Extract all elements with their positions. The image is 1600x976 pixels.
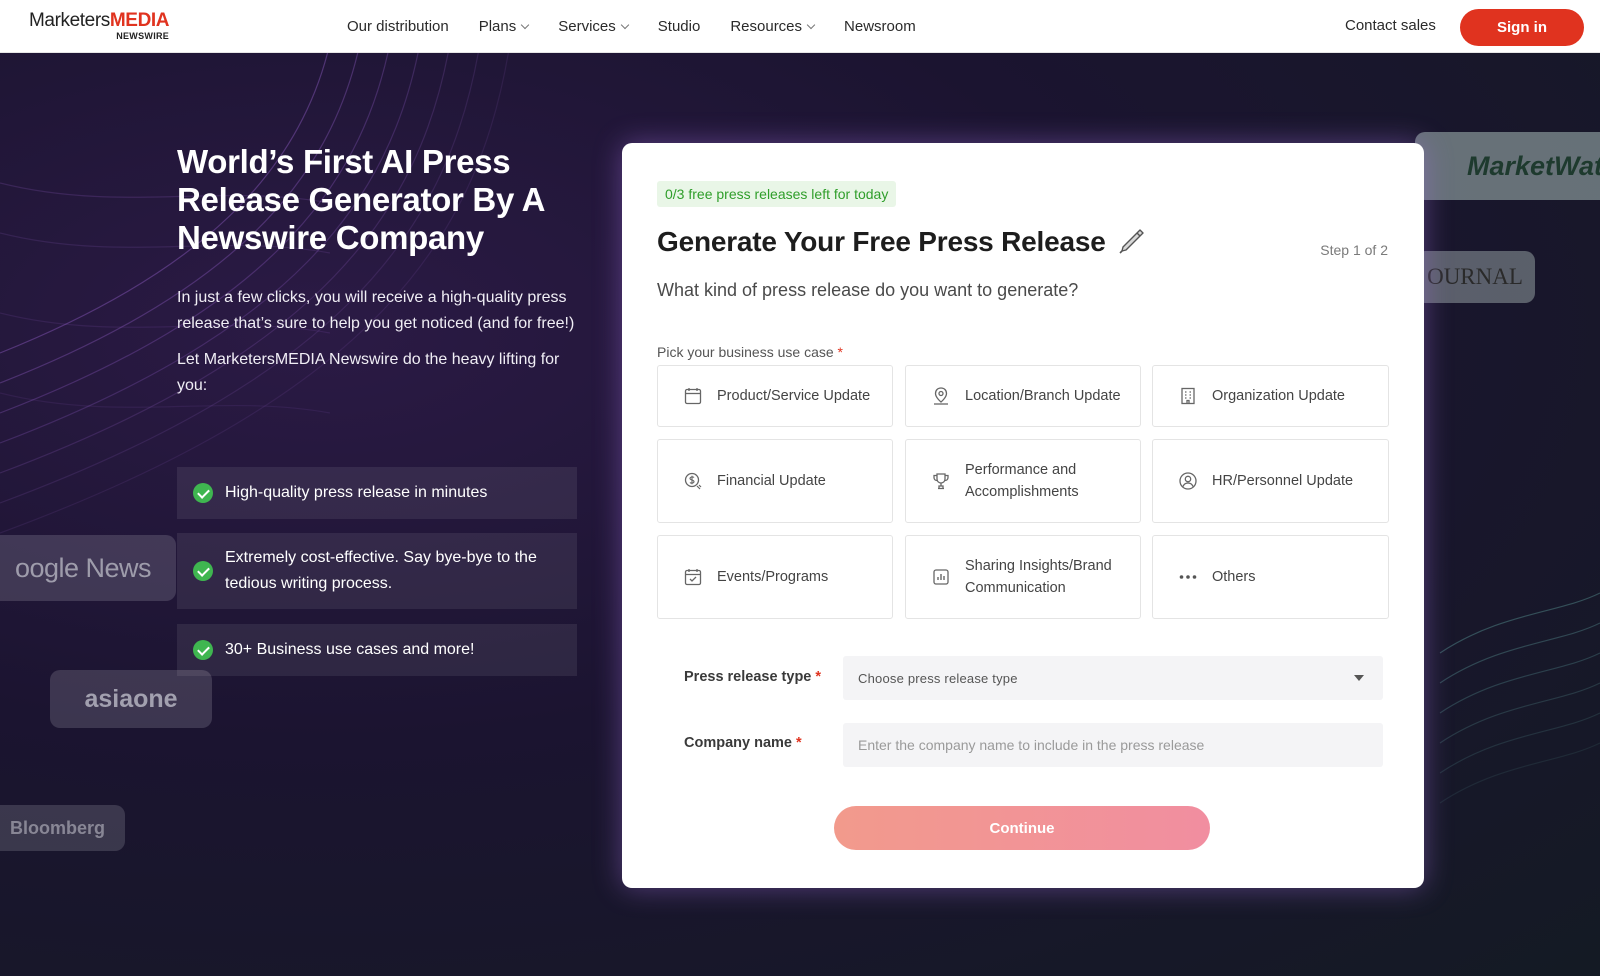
required-asterisk: * bbox=[815, 669, 822, 685]
feature-item: High-quality press release in minutes bbox=[177, 467, 577, 519]
use-case-financial-update[interactable]: Financial Update bbox=[657, 439, 893, 523]
company-name-label: Company name * bbox=[684, 735, 802, 751]
press-release-type-value: Choose press release type bbox=[858, 670, 1018, 686]
nav-newsroom[interactable]: Newsroom bbox=[844, 18, 916, 35]
nav-label: Services bbox=[558, 18, 616, 35]
use-case-label: Performance and Accomplishments bbox=[965, 462, 1079, 500]
nav-label: Plans bbox=[478, 18, 517, 35]
required-asterisk: * bbox=[837, 344, 843, 360]
logo-accent-text: MEDIA bbox=[109, 10, 170, 31]
nav-plans[interactable]: Plans bbox=[478, 18, 530, 35]
asiaone-text: asiaone bbox=[84, 684, 178, 713]
journal-text: OURNAL bbox=[1427, 264, 1523, 289]
nav-resources[interactable]: Resources bbox=[730, 18, 816, 35]
nav-our-distribution[interactable]: Our distribution bbox=[347, 18, 449, 35]
nav-services[interactable]: Services bbox=[558, 18, 630, 35]
use-case-performance-accomplishments[interactable]: Performance and Accomplishments bbox=[905, 439, 1141, 523]
nav-label: Studio bbox=[657, 18, 701, 35]
use-case-location-branch-update[interactable]: Location/Branch Update bbox=[905, 365, 1141, 427]
use-case-organization-update[interactable]: Organization Update bbox=[1152, 365, 1389, 427]
caret-down-icon bbox=[1354, 675, 1364, 681]
top-navigation-bar: MarketersMEDIA NEWSWIRE Our distribution… bbox=[0, 0, 1600, 53]
logo-text: Marketers bbox=[29, 10, 110, 31]
bloomberg-logo: Bloomberg bbox=[0, 805, 125, 851]
wall-street-journal-logo: OURNAL bbox=[1415, 251, 1535, 303]
company-name-input[interactable] bbox=[843, 723, 1383, 767]
nav-studio[interactable]: Studio bbox=[658, 18, 701, 35]
feature-text: 30+ Business use cases and more! bbox=[225, 641, 475, 658]
card-title: Generate Your Free Press Release bbox=[657, 226, 1146, 258]
feature-text: Extremely cost-effective. Say bye-bye to… bbox=[225, 549, 537, 592]
free-releases-badge: 0/3 free press releases left for today bbox=[657, 181, 897, 207]
sign-in-button[interactable]: Sign in bbox=[1460, 9, 1584, 46]
step-indicator: Step 1 of 2 bbox=[1320, 242, 1388, 258]
chevron-down-icon bbox=[620, 20, 630, 30]
use-case-label: Events/Programs bbox=[717, 569, 829, 585]
use-case-label: Organization Update bbox=[1212, 388, 1345, 404]
card-title-text: Generate Your Free Press Release bbox=[657, 226, 1106, 257]
hero-copy: World’s First AI Press Release Generator… bbox=[177, 143, 577, 399]
use-case-hr-personnel-update[interactable]: HR/Personnel Update bbox=[1152, 439, 1389, 523]
location-pin-icon bbox=[934, 387, 948, 405]
check-circle-icon bbox=[193, 640, 213, 660]
marketwatch-text: MarketWat bbox=[1466, 150, 1600, 181]
google-news-logo: oogle News bbox=[0, 535, 176, 601]
nav-label: Newsroom bbox=[844, 18, 916, 35]
required-asterisk: * bbox=[796, 735, 802, 751]
chevron-down-icon bbox=[806, 20, 816, 30]
calendar-box-icon bbox=[684, 388, 702, 405]
calendar-check-icon bbox=[684, 569, 702, 586]
main-nav: Our distribution Plans Services Studio R… bbox=[347, 0, 916, 53]
person-circle-icon bbox=[1179, 472, 1197, 490]
use-case-label: Pick your business use case * bbox=[657, 344, 843, 360]
use-case-label: Product/Service Update bbox=[717, 388, 871, 404]
press-release-type-label-text: Press release type bbox=[684, 669, 812, 685]
hero-description-secondary: Let MarketersMEDIA Newswire do the heavy… bbox=[177, 351, 560, 394]
marketersmedia-logo[interactable]: MarketersMEDIA NEWSWIRE bbox=[29, 10, 170, 42]
press-release-type-label: Press release type * bbox=[684, 669, 821, 685]
dollar-coin-icon bbox=[684, 472, 702, 490]
more-dots-icon bbox=[1179, 575, 1197, 579]
use-case-events-programs[interactable]: Events/Programs bbox=[657, 535, 893, 619]
use-case-label: Sharing Insights/Brand Communication bbox=[965, 558, 1112, 596]
chevron-down-icon bbox=[521, 20, 530, 30]
check-circle-icon bbox=[193, 561, 213, 581]
use-case-label: Location/Branch Update bbox=[965, 388, 1121, 404]
feature-text: High-quality press release in minutes bbox=[225, 484, 488, 501]
press-release-generator-card: 0/3 free press releases left for today G… bbox=[622, 143, 1424, 888]
continue-button[interactable]: Continue bbox=[834, 806, 1210, 850]
hero-title: World’s First AI Press Release Generator… bbox=[177, 143, 544, 256]
contact-sales-link[interactable]: Contact sales bbox=[1345, 17, 1436, 34]
use-case-label-text: Pick your business use case bbox=[657, 344, 834, 360]
company-name-label-text: Company name bbox=[684, 735, 792, 751]
use-case-label: Others bbox=[1212, 569, 1256, 585]
asiaone-logo: asiaone bbox=[50, 670, 212, 728]
feature-item: Extremely cost-effective. Say bye-bye to… bbox=[177, 533, 577, 609]
logo-wordmark: MarketersMEDIA bbox=[29, 10, 170, 31]
hero-description: In just a few clicks, you will receive a… bbox=[177, 289, 575, 332]
logo-subtext: NEWSWIRE bbox=[116, 31, 170, 41]
nav-label: Resources bbox=[730, 18, 803, 35]
feature-item: 30+ Business use cases and more! bbox=[177, 624, 577, 676]
pen-icon bbox=[1119, 229, 1144, 254]
google-news-text: oogle News bbox=[14, 552, 152, 583]
check-circle-icon bbox=[193, 483, 213, 503]
use-case-sharing-insights-brand[interactable]: Sharing Insights/Brand Communication bbox=[905, 535, 1141, 619]
bloomberg-text: Bloomberg bbox=[9, 817, 105, 838]
press-release-type-select[interactable]: Choose press release type bbox=[843, 656, 1383, 700]
building-icon bbox=[1181, 387, 1195, 405]
marketwatch-logo: MarketWat bbox=[1415, 132, 1600, 200]
nav-label: Our distribution bbox=[347, 18, 449, 35]
chart-box-icon bbox=[933, 569, 949, 585]
use-case-others[interactable]: Others bbox=[1152, 535, 1389, 619]
use-case-product-service-update[interactable]: Product/Service Update bbox=[657, 365, 893, 427]
use-case-label: HR/Personnel Update bbox=[1212, 473, 1354, 489]
card-subtitle: What kind of press release do you want t… bbox=[657, 280, 1079, 300]
trophy-icon bbox=[933, 473, 949, 490]
use-case-label: Financial Update bbox=[717, 473, 826, 489]
